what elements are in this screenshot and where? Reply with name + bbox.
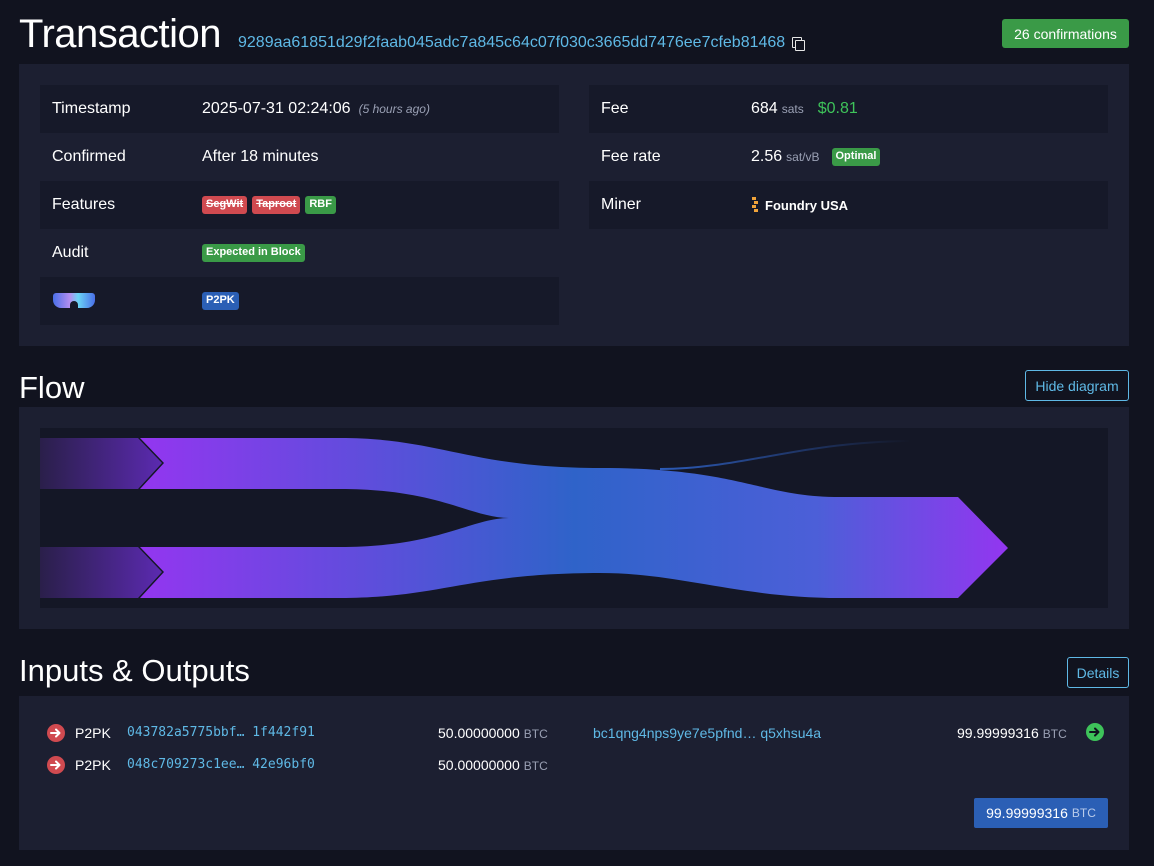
features-label: Features [52, 196, 116, 213]
miner-label: Miner [601, 196, 642, 213]
fee-rate-unit: sat/vB [786, 150, 820, 164]
input-2-address[interactable]: 048c709273c1ee… 42e96bf0 [127, 757, 315, 772]
fee-rate-row: Fee rate 2.56 sat/vB Optimal [589, 133, 1108, 181]
confirmations-badge: 26 confirmations [1002, 19, 1129, 48]
fee-row: Fee 684 sats $0.81 [589, 85, 1108, 133]
io-title: Inputs & Outputs [19, 653, 250, 688]
features-row: Features SegWit Taproot RBF [40, 181, 559, 229]
flow-diagram[interactable] [40, 428, 1108, 608]
txid-link[interactable]: 9289aa61851d29f2faab045adc7a845c64c07f03… [238, 34, 785, 52]
flow-path-main[interactable] [140, 438, 1008, 598]
page-title: Transaction [19, 12, 222, 56]
flow-diagram-svg [40, 438, 1008, 598]
fee-rate-value: 2.56 [751, 148, 783, 165]
input-row [47, 755, 65, 775]
timestamp-row: Timestamp 2025-07-31 02:24:06 (5 hours a… [40, 85, 559, 133]
details-button[interactable]: Details [1067, 657, 1129, 688]
flow-title: Flow [19, 370, 85, 405]
rbf-tag[interactable]: RBF [305, 196, 336, 214]
confirmed-label: Confirmed [52, 148, 126, 165]
input-2-type: P2PK [75, 757, 111, 773]
glasses-icon[interactable] [53, 291, 95, 311]
output-1-address[interactable]: bc1qng4nps9ye7e5pfnd… q5xhsu4a [593, 725, 821, 741]
hide-diagram-button[interactable]: Hide diagram [1025, 370, 1129, 401]
script-type-row: P2PK [40, 277, 559, 325]
input-1-amount: 50.00000000 BTC [438, 725, 548, 741]
audit-row: Audit Expected in Block [40, 229, 559, 277]
io-panel [19, 696, 1129, 850]
flow-path-fee [660, 440, 910, 470]
input-1-address[interactable]: 043782a5775bbf… 1f442f91 [127, 725, 315, 740]
p2pk-tag: P2PK [202, 292, 239, 310]
foundry-logo-icon [751, 197, 759, 213]
fee-unit: sats [781, 102, 804, 116]
timestamp-value: 2025-07-31 02:24:06 [202, 100, 351, 117]
total-amount-unit: BTC [1071, 806, 1096, 820]
input-1-stub[interactable] [40, 438, 162, 489]
input-row [47, 723, 65, 743]
copy-icon[interactable] [792, 36, 806, 51]
miner-link[interactable]: Foundry USA [765, 198, 848, 213]
optimal-tag: Optimal [831, 148, 881, 166]
timestamp-relative: (5 hours ago) [358, 102, 430, 116]
output-arrow-icon[interactable] [1086, 723, 1104, 741]
fee-usd: $0.81 [817, 100, 858, 117]
input-arrow-icon[interactable] [47, 756, 65, 774]
confirmed-row: Confirmed After 18 minutes [40, 133, 559, 181]
fee-rate-label: Fee rate [601, 148, 661, 165]
timestamp-label: Timestamp [52, 100, 131, 117]
fee-value: 684 [751, 100, 778, 117]
audit-tag[interactable]: Expected in Block [202, 244, 305, 262]
output-1-amount: 99.99999316 BTC [957, 725, 1067, 741]
input-2-stub[interactable] [40, 547, 162, 598]
confirmed-value: After 18 minutes [202, 148, 319, 165]
total-amount-badge: 99.99999316 BTC [974, 798, 1108, 828]
input-1-type: P2PK [75, 725, 111, 741]
details-panel: Timestamp 2025-07-31 02:24:06 (5 hours a… [19, 64, 1129, 346]
miner-row: Miner Foundry USA [589, 181, 1108, 229]
fee-label: Fee [601, 100, 629, 117]
taproot-tag[interactable]: Taproot [252, 196, 301, 214]
total-amount-value: 99.99999316 [986, 805, 1068, 821]
txid-container: 9289aa61851d29f2faab045adc7a845c64c07f03… [238, 34, 806, 52]
audit-label: Audit [52, 244, 89, 261]
input-arrow-icon[interactable] [47, 724, 65, 742]
input-2-amount: 50.00000000 BTC [438, 757, 548, 773]
segwit-tag[interactable]: SegWit [202, 196, 248, 214]
